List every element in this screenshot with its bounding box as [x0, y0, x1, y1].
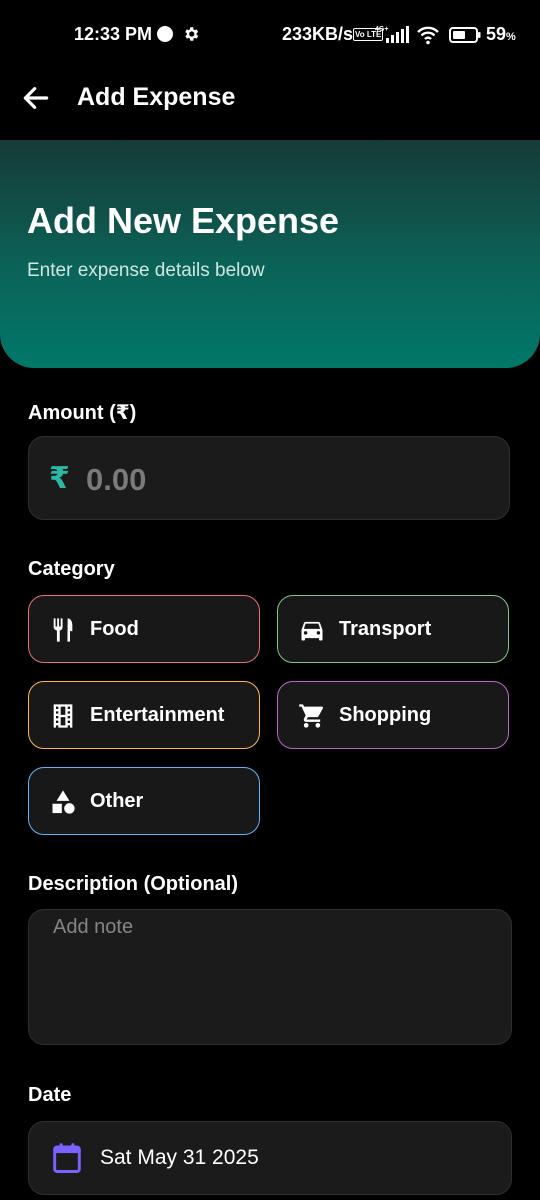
- category-chip-label: Entertainment: [90, 704, 225, 726]
- category-chip-entertainment[interactable]: Entertainment: [28, 681, 260, 749]
- header-title: Add New Expense: [27, 200, 340, 241]
- back-arrow-icon[interactable]: [20, 82, 52, 114]
- battery-icon: [449, 27, 481, 43]
- category-label: Category: [28, 558, 115, 580]
- category-chip-shopping[interactable]: Shopping: [277, 681, 509, 749]
- notification-dot-icon: [157, 26, 173, 42]
- settings-gear-icon: [185, 27, 199, 41]
- network-speed: 233KB/s: [282, 24, 354, 44]
- category-chip-other[interactable]: Other: [28, 767, 260, 835]
- category-chip-label: Shopping: [339, 704, 432, 726]
- cellular-signal-icon: 4G+: [375, 26, 409, 43]
- date-label: Date: [28, 1084, 72, 1106]
- category-chip-food[interactable]: Food: [28, 595, 260, 663]
- description-field[interactable]: [28, 909, 512, 1045]
- header-banner: Add New Expense Enter expense details be…: [0, 140, 540, 368]
- description-label: Description (Optional): [28, 873, 238, 895]
- app-bar-title: Add Expense: [77, 83, 236, 111]
- amount-label: Amount (₹): [28, 402, 137, 424]
- category-chip-label: Other: [90, 790, 144, 812]
- category-chip-label: Transport: [339, 618, 432, 640]
- category-chip-transport[interactable]: Transport: [277, 595, 509, 663]
- category-chip-label: Food: [90, 618, 139, 640]
- status-time: 12:33 PM: [74, 24, 153, 44]
- status-bar: 12:33 PM 233KB/s Vo LTE 4G+ 59%: [0, 0, 540, 70]
- amount-field[interactable]: ₹: [28, 436, 510, 520]
- amount-input[interactable]: [84, 457, 488, 503]
- date-value: Sat May 31 2025: [100, 1146, 259, 1169]
- category-shapes-icon: [52, 790, 75, 814]
- cart-icon: [299, 704, 324, 728]
- battery-percentage: 59%: [486, 24, 516, 44]
- calendar-icon: [53, 1143, 81, 1174]
- network-type: 4G+: [375, 26, 388, 33]
- app-bar: Add Expense: [0, 70, 540, 140]
- car-icon: [301, 621, 323, 641]
- header-subtitle: Enter expense details below: [27, 260, 265, 281]
- description-input[interactable]: [51, 914, 495, 1038]
- movie-icon: [53, 704, 73, 728]
- rupee-icon: ₹: [49, 462, 70, 495]
- wifi-icon: [417, 26, 439, 45]
- date-picker-field[interactable]: Sat May 31 2025: [28, 1121, 512, 1195]
- restaurant-icon: [53, 618, 73, 642]
